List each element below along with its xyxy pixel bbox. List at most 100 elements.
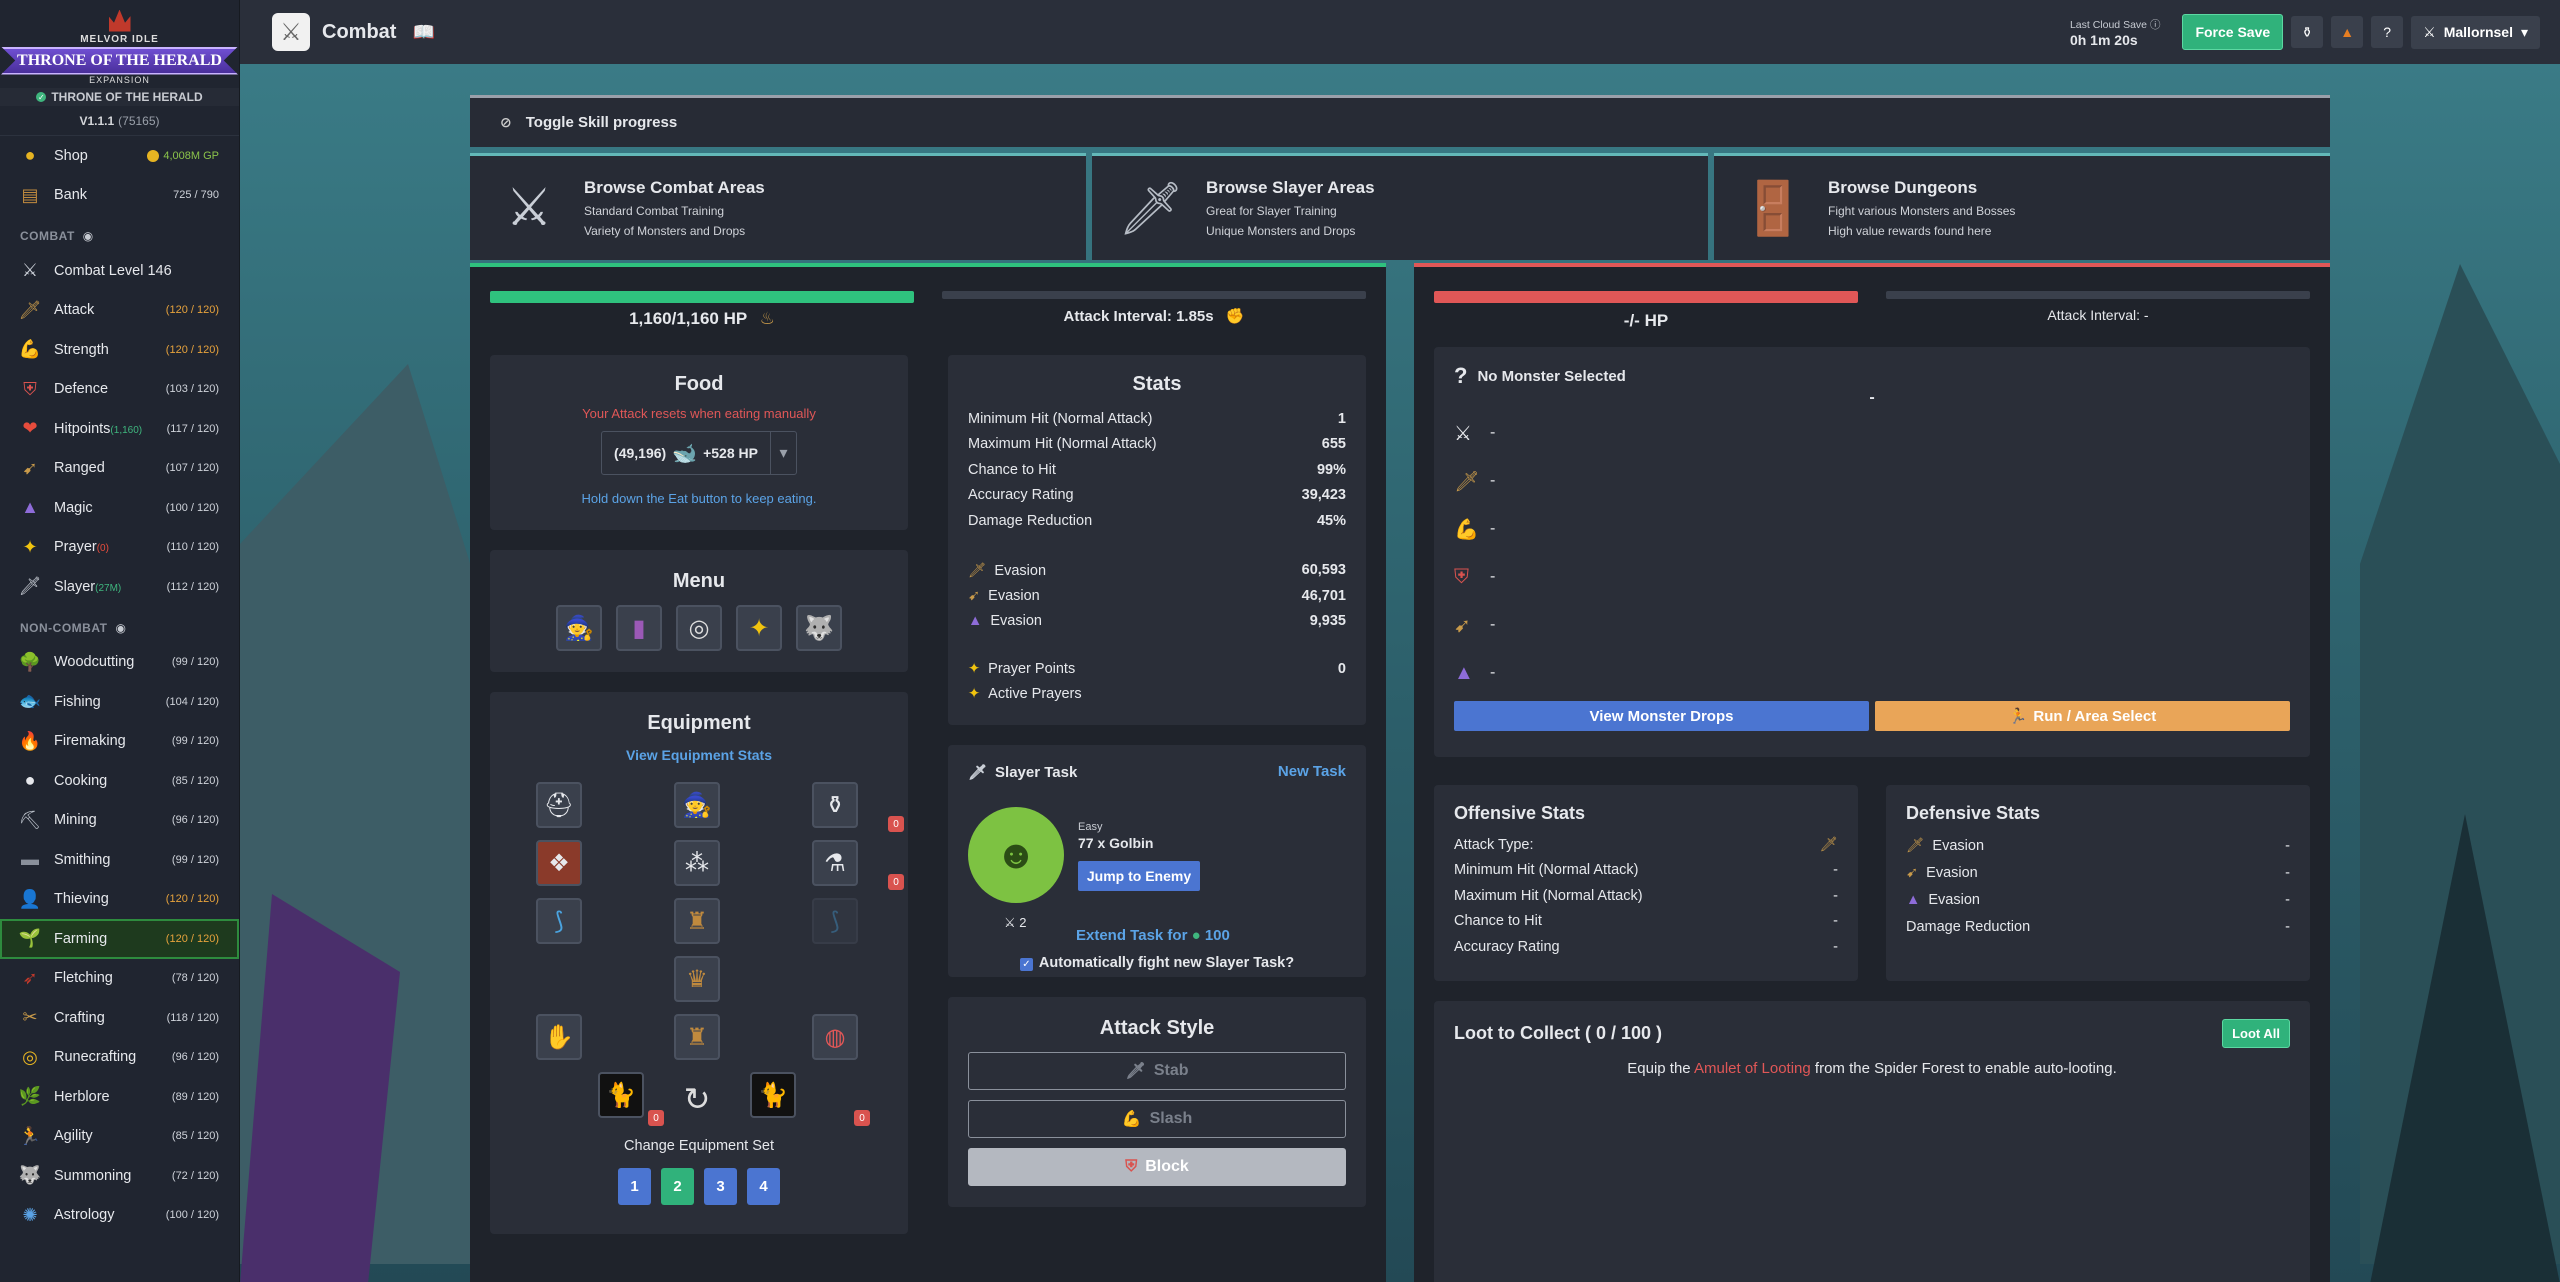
helmet-slot[interactable]: ⛑ [536, 782, 582, 828]
combat-category-header[interactable]: COMBAT ◉ [0, 221, 239, 251]
sidebar-item-summoning[interactable]: 🐺 Summoning (72 / 120) [0, 1156, 239, 1196]
bank-chest-icon: ▤ [21, 184, 39, 205]
view-equipment-stats-link[interactable]: View Equipment Stats [490, 747, 908, 763]
game-logo[interactable]: MELVOR IDLE THRONE OF THE HERALD EXPANSI… [0, 0, 239, 88]
whale-icon: 🐋 [672, 442, 698, 465]
sidebar-item-farming[interactable]: 🌱 Farming (120 / 120) [0, 919, 239, 959]
shield-slot[interactable]: ⟆ [812, 898, 858, 944]
summon-slot-2[interactable]: 🐈 [750, 1072, 796, 1118]
browse-dungeons-button[interactable]: 🚪 Browse Dungeons Fight various Monsters … [1714, 153, 2330, 260]
evasion-ranged-row: ➹ Evasion 46,701 [968, 587, 1346, 604]
loot-all-button[interactable]: Loot All [2222, 1019, 2290, 1048]
ring-slot[interactable]: ◍ [812, 1014, 858, 1060]
sidebar-item-attack[interactable]: 🗡 Attack (120 / 120) [0, 291, 239, 331]
view-monster-drops-button[interactable]: View Monster Drops [1454, 701, 1869, 731]
eye-icon[interactable]: ◉ [83, 229, 94, 243]
quiver-slot[interactable]: ⚱ [812, 782, 858, 828]
sidebar-item-thieving[interactable]: 👤 Thieving (120 / 120) [0, 880, 239, 920]
sidebar-item-ranged[interactable]: ➹ Ranged (107 / 120) [0, 449, 239, 489]
sidebar-item-slayer[interactable]: 🗡 Slayer(27M) (112 / 120) [0, 567, 239, 607]
equipment-set-4-button[interactable]: 4 [747, 1168, 780, 1205]
new-task-link[interactable]: New Task [1278, 763, 1346, 780]
equipment-set-3-button[interactable]: 3 [704, 1168, 737, 1205]
jump-to-enemy-button[interactable]: Jump to Enemy [1078, 861, 1200, 891]
loot-card: Loot to Collect ( 0 / 100 ) Loot All Equ… [1434, 1001, 2310, 1282]
rune-icon[interactable]: ◎ [676, 605, 722, 651]
help-button[interactable]: ? [2371, 16, 2404, 48]
potion-icon[interactable]: ⚱ [2291, 16, 2324, 48]
sidebar-item-hitpoints[interactable]: ❤ Hitpoints(1,160) (117 / 120) [0, 409, 239, 449]
stab-style-button[interactable]: 🗡 Stab [968, 1052, 1346, 1090]
slayer-icon: 🗡 [18, 576, 42, 597]
gold-coin-icon: ● [24, 145, 36, 166]
force-save-button[interactable]: Force Save [2182, 14, 2284, 50]
consumable-slot[interactable]: ⚗ [812, 840, 858, 886]
sidebar-item-runecrafting[interactable]: ◎ Runecrafting (96 / 120) [0, 1038, 239, 1078]
book-icon[interactable]: 📖 [412, 22, 434, 43]
amulet-slot[interactable]: ❖ [536, 840, 582, 886]
equipment-menu-icon[interactable]: 🧙 [556, 605, 602, 651]
food-title: Food [674, 373, 724, 395]
eye-icon[interactable]: ◉ [115, 621, 126, 635]
info-icon[interactable]: ⓘ [2150, 19, 2161, 31]
enemy-combat-level-row: ⚔ - [1454, 422, 1496, 445]
equipment-set-1-button[interactable]: 1 [618, 1168, 651, 1205]
sidebar-item-herblore[interactable]: 🌿 Herblore (89 / 120) [0, 1077, 239, 1117]
sidebar-item-bank[interactable]: ▤ Bank 725 / 790 [0, 176, 239, 216]
crossed-swords-icon: ⚔ [505, 179, 553, 237]
sword-icon: 🗡 [1125, 1063, 1146, 1080]
check-icon: ✓ [36, 92, 47, 102]
browse-combat-areas-button[interactable]: ⚔ Browse Combat Areas Standard Combat Tra… [470, 153, 1086, 260]
sidebar-item-crafting[interactable]: ✂ Crafting (118 / 120) [0, 998, 239, 1038]
gloves-slot[interactable]: ✋ [536, 1014, 582, 1060]
cloud-save-status: Last Cloud Save ⓘ 0h 1m 20s [2069, 18, 2161, 48]
prayer-icon[interactable]: ✦ [736, 605, 782, 651]
sidebar-item-firemaking[interactable]: 🔥 Firemaking (99 / 120) [0, 722, 239, 762]
sidebar-item-mining[interactable]: ⛏ Mining (96 / 120) [0, 801, 239, 841]
extend-task-link[interactable]: Extend Task for ● 100 [1076, 927, 1230, 944]
shield-icon: ⛨ [23, 378, 37, 399]
food-dropdown-toggle[interactable]: ▾ [769, 432, 796, 474]
necklace-slot[interactable]: ⁂ [674, 840, 720, 886]
sidebar-item-fishing[interactable]: 🐟 Fishing (104 / 120) [0, 682, 239, 722]
sidebar-item-smithing[interactable]: ▬ Smithing (99 / 120) [0, 840, 239, 880]
spellbook-icon[interactable]: ▮ [616, 605, 662, 651]
auto-slayer-checkbox[interactable]: ✓ [1019, 958, 1033, 971]
weapon-slot[interactable]: ⟆ [536, 898, 582, 944]
amulet-of-looting-link[interactable]: Amulet of Looting [1694, 1060, 1811, 1077]
sidebar-item-fletching[interactable]: ➶ Fletching (78 / 120) [0, 959, 239, 999]
sidebar-item-shop[interactable]: ● Shop 4,008M GP [0, 136, 239, 176]
boots-slot[interactable]: ♜ [674, 1014, 720, 1060]
sidebar-item-strength[interactable]: 💪 Strength (120 / 120) [0, 330, 239, 370]
player-stat-row: Maximum Hit (Normal Attack) 655 [968, 436, 1346, 453]
sidebar-item-magic[interactable]: ▲ Magic (100 / 120) [0, 488, 239, 528]
campfire-icon[interactable]: ▲ [2331, 16, 2364, 48]
cape-slot[interactable]: 🧙 [674, 782, 720, 828]
toggle-skill-progress[interactable]: ⊘ Toggle Skill progress [470, 95, 2330, 147]
eat-button[interactable]: (49,196) 🐋 +528 HP ▾ [601, 431, 797, 475]
enemy-attack-bar [1886, 291, 2310, 299]
run-area-select-button[interactable]: 🏃 Run / Area Select [1875, 701, 2290, 731]
sidebar-item-prayer[interactable]: ✦ Prayer(0) (110 / 120) [0, 528, 239, 568]
sidebar-item-astrology[interactable]: ✺ Astrology (100 / 120) [0, 1196, 239, 1236]
sidebar-item-cooking[interactable]: ● Cooking (85 / 120) [0, 761, 239, 801]
legs-slot[interactable]: ♛ [674, 956, 720, 1002]
summoning-wolf-icon[interactable]: 🐺 [796, 605, 842, 651]
body-slot[interactable]: ♜ [674, 898, 720, 944]
player-stat-row: Minimum Hit (Normal Attack) 1 [968, 410, 1346, 427]
slash-style-button[interactable]: 💪 Slash [968, 1100, 1346, 1138]
sidebar-item-defence[interactable]: ⛨ Defence (103 / 120) [0, 370, 239, 410]
equipment-title: Equipment [647, 712, 751, 734]
equipment-set-2-button[interactable]: 2 [661, 1168, 694, 1205]
enemy-magic-row: ▲ - [1454, 661, 1496, 684]
summon-slot-1[interactable]: 🐈 [598, 1072, 644, 1118]
swap-summon-icon[interactable]: ↻ [674, 1076, 720, 1122]
sidebar-item-agility[interactable]: 🏃 Agility (85 / 120) [0, 1117, 239, 1157]
block-style-button[interactable]: ⛨ Block [968, 1148, 1346, 1186]
browse-slayer-areas-button[interactable]: 🗡 Browse Slayer Areas Great for Slayer Tr… [1092, 153, 1708, 260]
user-menu-button[interactable]: ⚔ Mallornsel ▾ [2411, 15, 2540, 49]
stats-title: Stats [1132, 373, 1182, 395]
sidebar-item-combat-level-146[interactable]: ⚔ Combat Level 146 [0, 251, 239, 291]
sidebar-item-woodcutting[interactable]: 🌳 Woodcutting (99 / 120) [0, 643, 239, 683]
noncombat-category-header[interactable]: NON-COMBAT ◉ [0, 613, 239, 643]
